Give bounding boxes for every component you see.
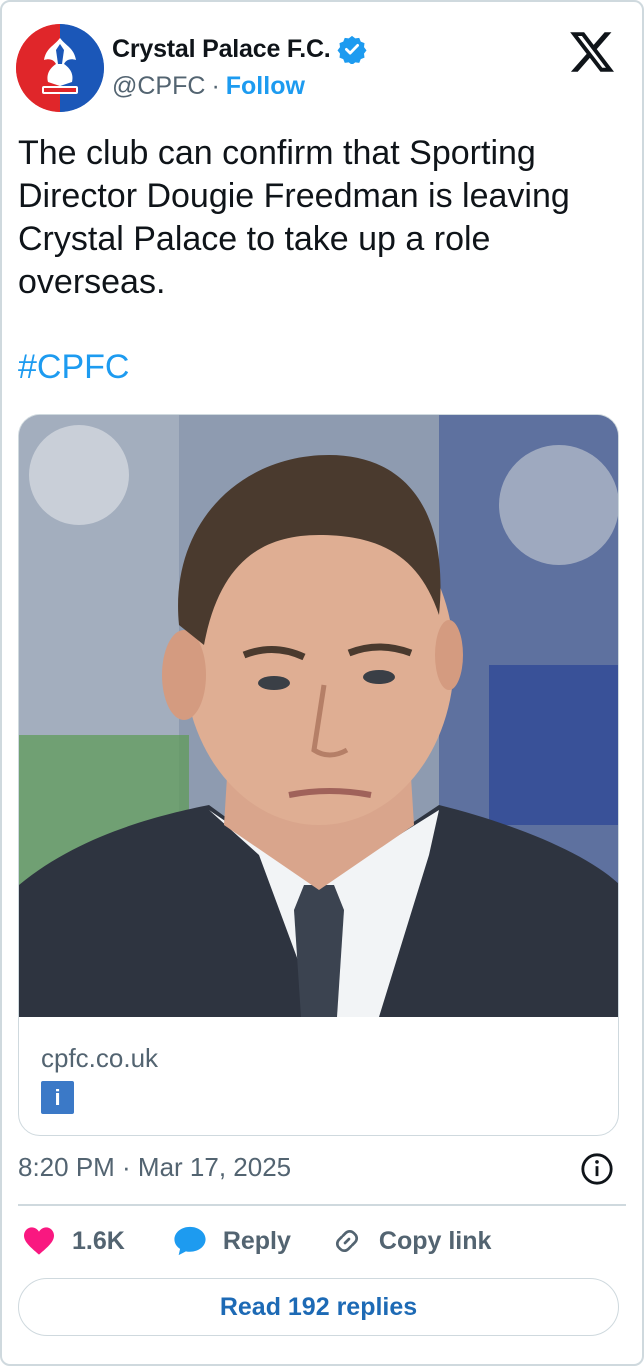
x-logo-icon[interactable] — [570, 30, 614, 74]
info-circle-icon[interactable] — [580, 1152, 614, 1186]
follow-button[interactable]: Follow — [226, 72, 305, 101]
link-chain-icon — [335, 1229, 358, 1253]
copy-link-button[interactable]: Copy link — [331, 1225, 492, 1257]
author-display-name[interactable]: Crystal Palace F.C. — [112, 35, 331, 64]
article-photo[interactable] — [19, 415, 618, 1017]
link-preview-card[interactable]: cpfc.co.uk i — [18, 414, 619, 1136]
author-handle-row: @CPFC · Follow — [112, 72, 305, 101]
author-handle[interactable]: @CPFC — [112, 72, 205, 101]
reply-bubble-icon — [174, 1226, 206, 1256]
heart-icon — [24, 1227, 54, 1255]
divider — [18, 1204, 626, 1206]
action-bar: 1.6K Reply Copy link — [22, 1220, 491, 1262]
avatar[interactable] — [16, 24, 104, 112]
person-photo-illustration — [19, 415, 618, 1017]
link-domain[interactable]: cpfc.co.uk — [41, 1043, 158, 1074]
tweet-header: Crystal Palace F.C. @CPFC · Follow — [16, 24, 628, 114]
reply-label: Reply — [222, 1226, 291, 1255]
hashtag-link[interactable]: #CPFC — [18, 348, 129, 387]
verified-badge-icon — [337, 35, 367, 64]
info-badge-icon[interactable]: i — [41, 1081, 74, 1114]
like-count: 1.6K — [72, 1226, 125, 1255]
copy-link-label: Copy link — [378, 1226, 492, 1255]
tweet-timestamp[interactable]: 8:20 PM · Mar 17, 2025 — [18, 1152, 291, 1183]
author-name-row: Crystal Palace F.C. — [112, 34, 367, 64]
tweet-text: The club can confirm that Sporting Direc… — [18, 134, 570, 301]
read-replies-button[interactable]: Read 192 replies — [18, 1278, 619, 1336]
tweet-embed-card: Crystal Palace F.C. @CPFC · Follow The c… — [0, 0, 644, 1366]
separator-dot: · — [211, 72, 220, 100]
like-button[interactable]: 1.6K — [22, 1226, 125, 1256]
club-crest-icon — [16, 24, 104, 112]
reply-button[interactable]: Reply — [173, 1225, 291, 1257]
